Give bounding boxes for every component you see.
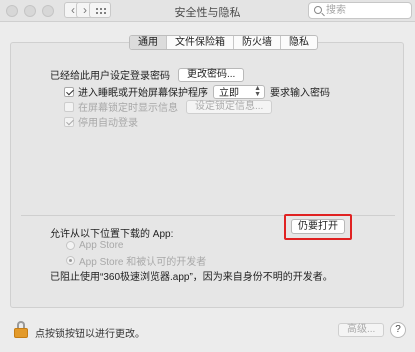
tab-filevault[interactable]: 文件保险箱 (167, 36, 234, 49)
tab-bar: 通用 文件保险箱 防火墙 隐私 (129, 35, 318, 50)
search-input[interactable] (326, 4, 408, 17)
change-password-button[interactable]: 更改密码... (178, 67, 245, 82)
password-row: 已经给此用户设定登录密码 更改密码... (50, 67, 245, 82)
lock-hint-text: 点按锁按钮以进行更改。 (35, 329, 145, 340)
disable-autologin-checkbox[interactable] (64, 116, 74, 127)
option-app-store[interactable]: App Store (66, 240, 123, 251)
require-password-suffix: 要求输入密码 (270, 88, 330, 99)
stepper-chevrons-icon: ▲ ▼ (254, 84, 261, 98)
search-icon (314, 6, 322, 14)
blocked-app-message: 已阻止使用“360极速浏览器.app”，因为来自身份不明的开发者。 (50, 272, 333, 283)
app-store-identified-label: App Store 和被认可的开发者 (79, 257, 207, 268)
tab-privacy[interactable]: 隐私 (281, 36, 317, 49)
show-message-checkbox[interactable] (64, 101, 74, 112)
require-password-row: 进入睡眠或开始屏幕保护程序 立即 ▲ ▼ 要求输入密码 (64, 84, 330, 99)
app-store-radio[interactable] (66, 241, 75, 250)
open-anyway-button[interactable]: 仍要打开 (291, 219, 345, 234)
disable-autologin-row: 停用自动登录 (64, 114, 138, 129)
lock-icon[interactable] (14, 321, 28, 338)
help-button[interactable]: ? (390, 322, 406, 338)
search-field[interactable] (308, 2, 412, 19)
app-store-identified-radio[interactable] (66, 256, 75, 265)
option-app-store-identified[interactable]: App Store 和被认可的开发者 (66, 253, 206, 268)
app-store-label: App Store (79, 240, 124, 251)
title-bar: ‹ › 安全性与隐私 (0, 0, 415, 22)
download-heading: 允许从以下位置下载的 App: (50, 229, 174, 240)
show-message-row: 在屏幕锁定时显示信息 设定锁定信息... (64, 99, 273, 114)
general-panel: 已经给此用户设定登录密码 更改密码... 进入睡眠或开始屏幕保护程序 立即 ▲ ▼… (10, 42, 404, 308)
require-password-delay-select[interactable]: 立即 ▲ ▼ (213, 84, 265, 99)
tab-general[interactable]: 通用 (130, 36, 167, 49)
disable-autologin-label: 停用自动登录 (78, 118, 138, 129)
require-password-label: 进入睡眠或开始屏幕保护程序 (78, 88, 208, 99)
advanced-button[interactable]: 高级... (338, 323, 385, 337)
password-set-label: 已经给此用户设定登录密码 (50, 71, 170, 82)
set-lock-message-button[interactable]: 设定锁定信息... (186, 99, 273, 114)
require-password-checkbox[interactable] (64, 86, 74, 97)
tab-firewall[interactable]: 防火墙 (234, 36, 281, 49)
show-message-label: 在屏幕锁定时显示信息 (78, 103, 178, 114)
require-password-delay-value: 立即 (219, 88, 239, 99)
